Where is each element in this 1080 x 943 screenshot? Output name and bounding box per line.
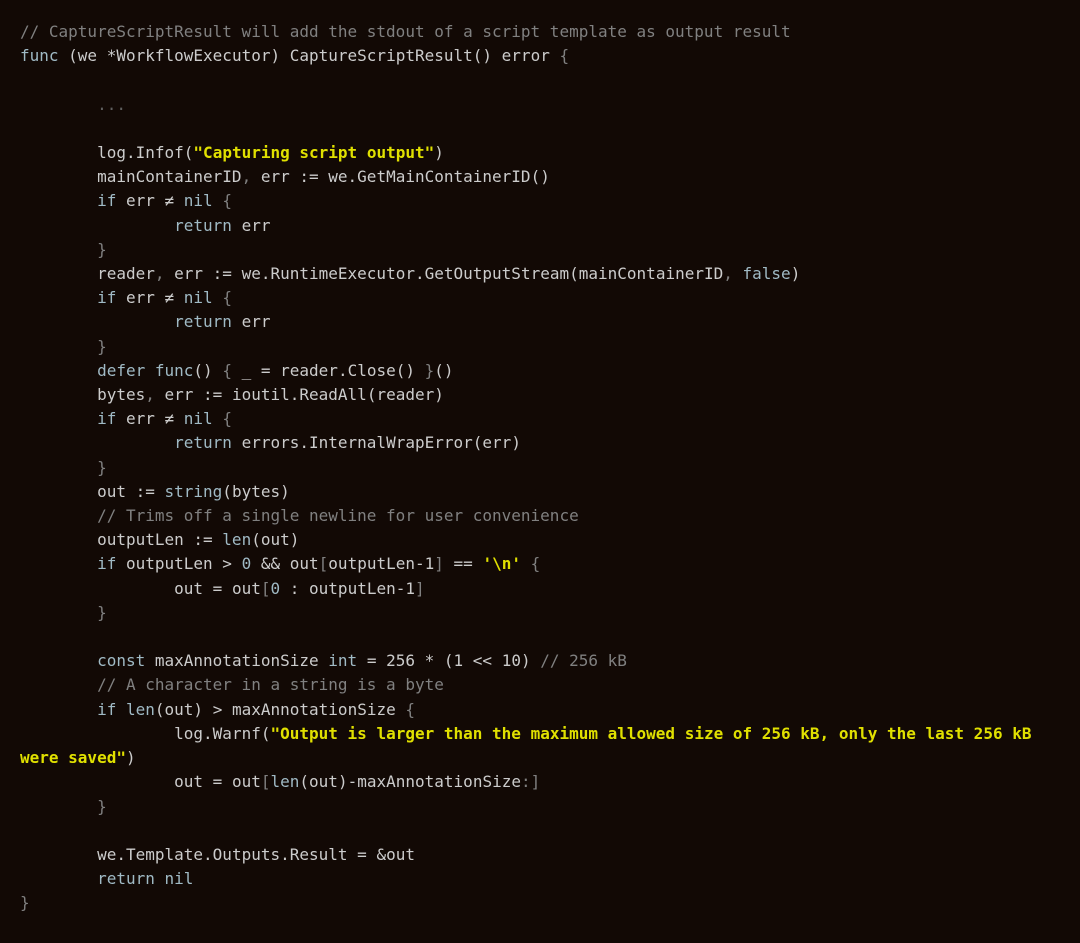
comment-line: // Trims off a single newline for user c… [97,506,579,525]
comment-line: // CaptureScriptResult will add the stdo… [20,22,791,41]
comment-line: // A character in a string is a byte [97,675,444,694]
keyword-func: func [20,46,59,65]
code-block: // CaptureScriptResult will add the stdo… [0,0,1080,936]
string-literal: "Capturing script output" [193,143,434,162]
ellipsis: ... [97,95,126,114]
